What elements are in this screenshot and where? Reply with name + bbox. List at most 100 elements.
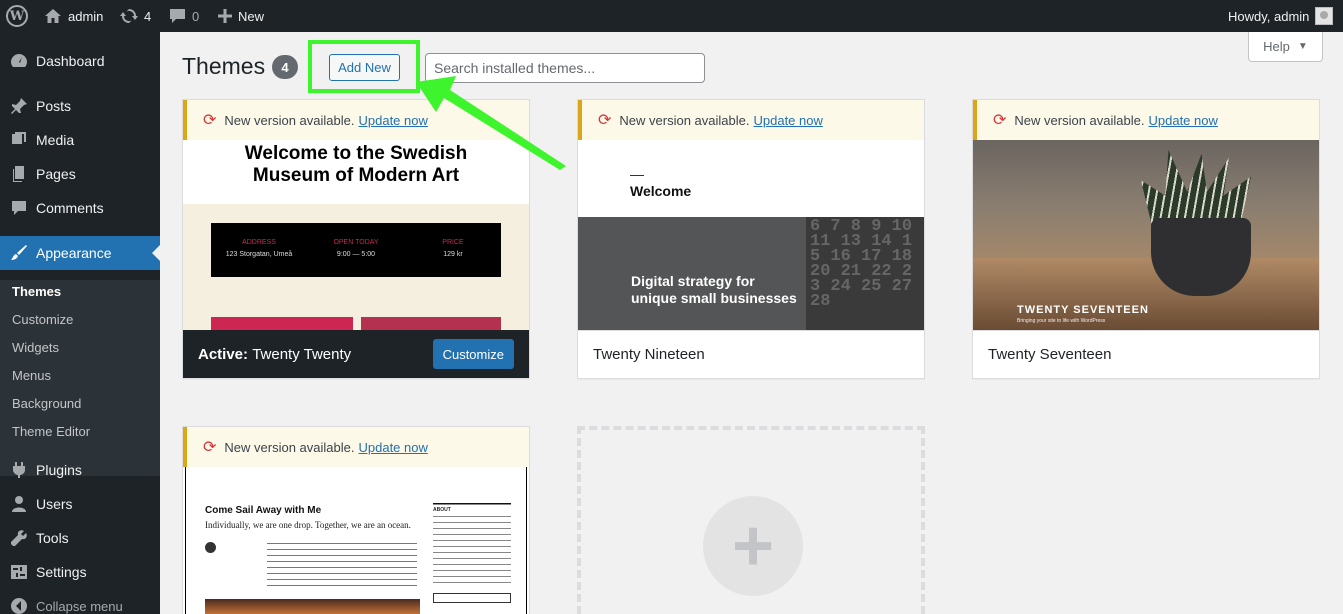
- submenu-widgets[interactable]: Widgets: [12, 340, 59, 355]
- screenshot-hero: 6 7 8 9 10 11 13 14 15 16 17 18 20 21 22…: [578, 217, 924, 330]
- menu-comments[interactable]: Comments: [0, 191, 160, 225]
- annotation-arrow-icon: [416, 76, 566, 170]
- admin-bar: W admin 4 0 New Howdy, admin: [0, 0, 1343, 32]
- avatar: [1315, 7, 1334, 25]
- home-icon: [44, 8, 62, 24]
- info-col-label: OPEN TODAY: [333, 239, 379, 246]
- screenshot-subtitle: Bringing your site to life with WordPres…: [1017, 318, 1106, 324]
- decor-block: [361, 317, 501, 330]
- greeting: Howdy, admin: [1228, 8, 1310, 24]
- menu-posts-label: Posts: [36, 98, 72, 114]
- menu-posts[interactable]: Posts: [0, 89, 160, 123]
- decor-block: [211, 317, 353, 330]
- menu-plugins-label: Plugins: [36, 462, 82, 478]
- update-now-link[interactable]: Update now: [1148, 113, 1217, 128]
- settings-icon: [9, 562, 29, 582]
- sunset-image: [205, 599, 420, 614]
- theme-card-twenty-twenty-one[interactable]: ⟳ New version available. Update now Come…: [182, 426, 530, 614]
- menu-tools-label: Tools: [36, 530, 69, 546]
- site-name-link[interactable]: admin: [44, 0, 103, 32]
- wordpress-logo-icon[interactable]: W: [6, 5, 28, 27]
- customize-button[interactable]: Customize: [432, 339, 514, 369]
- account-menu[interactable]: Howdy, admin: [1228, 0, 1334, 32]
- add-new-button[interactable]: Add New: [329, 54, 400, 81]
- comment-bubble-icon: [169, 8, 186, 24]
- update-notice: ⟳ New version available. Update now: [183, 427, 529, 467]
- submenu-customize[interactable]: Customize: [12, 312, 73, 327]
- menu-appearance-label: Appearance: [36, 245, 112, 261]
- new-label: New: [238, 8, 265, 24]
- update-notice: ⟳ New version available. Update now: [973, 100, 1319, 140]
- submenu-menus[interactable]: Menus: [12, 368, 51, 383]
- divider: [630, 175, 644, 176]
- menu-dashboard[interactable]: Dashboard: [0, 44, 160, 78]
- info-col-label: ADDRESS: [242, 239, 276, 246]
- menu-pages-label: Pages: [36, 166, 76, 182]
- theme-card-twenty-nineteen[interactable]: ⟳ New version available. Update now Welc…: [577, 99, 925, 379]
- submenu-background[interactable]: Background: [12, 396, 81, 411]
- updates-icon: [120, 7, 138, 25]
- submenu-themes[interactable]: Themes: [12, 284, 61, 299]
- screenshot-subtitle: Individually, we are one drop. Together,…: [205, 520, 411, 530]
- theme-card-twenty-seventeen[interactable]: ⟳ New version available. Update now TWEN…: [972, 99, 1320, 379]
- menu-media-label: Media: [36, 132, 75, 148]
- submenu-theme-editor[interactable]: Theme Editor: [12, 424, 90, 439]
- theme-name: Twenty Twenty: [252, 345, 352, 363]
- plus-icon: +: [703, 496, 803, 596]
- notice-text: New version available.: [619, 112, 750, 128]
- updates-link[interactable]: 4: [120, 0, 151, 32]
- menu-users[interactable]: Users: [0, 487, 160, 521]
- menu-dashboard-label: Dashboard: [36, 53, 105, 69]
- active-prefix: Active:: [198, 345, 249, 363]
- notice-text: New version available.: [224, 439, 355, 455]
- comments-icon: [9, 198, 29, 218]
- help-button[interactable]: Help ▼: [1248, 32, 1323, 62]
- menu-media[interactable]: Media: [0, 123, 160, 157]
- add-new-theme-card[interactable]: +: [577, 426, 925, 614]
- info-col-value: 129 kr: [443, 251, 463, 258]
- update-icon: ⟳: [993, 112, 1007, 129]
- menu-tools[interactable]: Tools: [0, 521, 160, 555]
- updates-count: 4: [144, 8, 152, 24]
- update-icon: ⟳: [598, 112, 612, 129]
- update-icon: ⟳: [203, 112, 217, 129]
- pot-graphic: [1151, 218, 1251, 296]
- update-notice: ⟳ New version available. Update now: [578, 100, 924, 140]
- site-name-label: admin: [68, 8, 104, 24]
- theme-screenshot[interactable]: Come Sail Away with Me Individually, we …: [183, 467, 529, 614]
- update-now-link[interactable]: Update now: [358, 440, 427, 455]
- appearance-submenu: Themes Customize Widgets Menus Backgroun…: [0, 280, 160, 476]
- theme-screenshot[interactable]: Welcome 6 7 8 9 10 11 13 14 15 16 17 18 …: [578, 140, 924, 330]
- tagline-line: Digital strategy for: [631, 273, 755, 289]
- info-col: ADDRESS 123 Storgatan, Umeå: [211, 239, 307, 258]
- comments-link[interactable]: 0: [169, 0, 199, 32]
- info-col: PRICE 129 kr: [405, 239, 501, 258]
- screenshot-body: ADDRESS 123 Storgatan, Umeå OPEN TODAY 9:0…: [183, 204, 529, 330]
- info-col-value: 9:00 — 5:00: [336, 251, 376, 258]
- info-bar: ADDRESS 123 Storgatan, Umeå OPEN TODAY 9:0…: [211, 223, 501, 277]
- collapse-icon: [9, 596, 29, 614]
- screenshot-title: TWENTY SEVENTEEN: [1017, 304, 1149, 316]
- menu-pages[interactable]: Pages: [0, 157, 160, 191]
- sidebar-heading: ABOUT: [433, 507, 511, 513]
- theme-screenshot[interactable]: TWENTY SEVENTEEN Bringing your site to l…: [973, 140, 1319, 330]
- menu-settings[interactable]: Settings: [0, 555, 160, 589]
- collapse-menu-button[interactable]: Collapse menu: [0, 589, 160, 614]
- plugin-icon: [9, 460, 29, 480]
- new-content-link[interactable]: New: [218, 0, 264, 32]
- users-icon: [9, 494, 29, 514]
- update-now-link[interactable]: Update now: [753, 113, 822, 128]
- theme-name-bar: Active: Twenty Twenty Customize: [183, 330, 529, 378]
- brush-icon: [9, 243, 29, 263]
- menu-users-label: Users: [36, 496, 73, 512]
- info-col-value: 123 Storgatan, Umeå: [225, 251, 293, 258]
- menu-plugins[interactable]: Plugins: [0, 453, 160, 487]
- update-icon: ⟳: [203, 439, 217, 456]
- menu-appearance[interactable]: Appearance: [0, 236, 160, 270]
- collapse-menu-label: Collapse menu: [36, 598, 123, 614]
- menu-comments-label: Comments: [36, 200, 104, 216]
- theme-name: Twenty Nineteen: [593, 346, 705, 363]
- pages-icon: [9, 164, 29, 184]
- notice-text: New version available.: [224, 112, 355, 128]
- screenshot-heading: Welcome: [630, 183, 692, 199]
